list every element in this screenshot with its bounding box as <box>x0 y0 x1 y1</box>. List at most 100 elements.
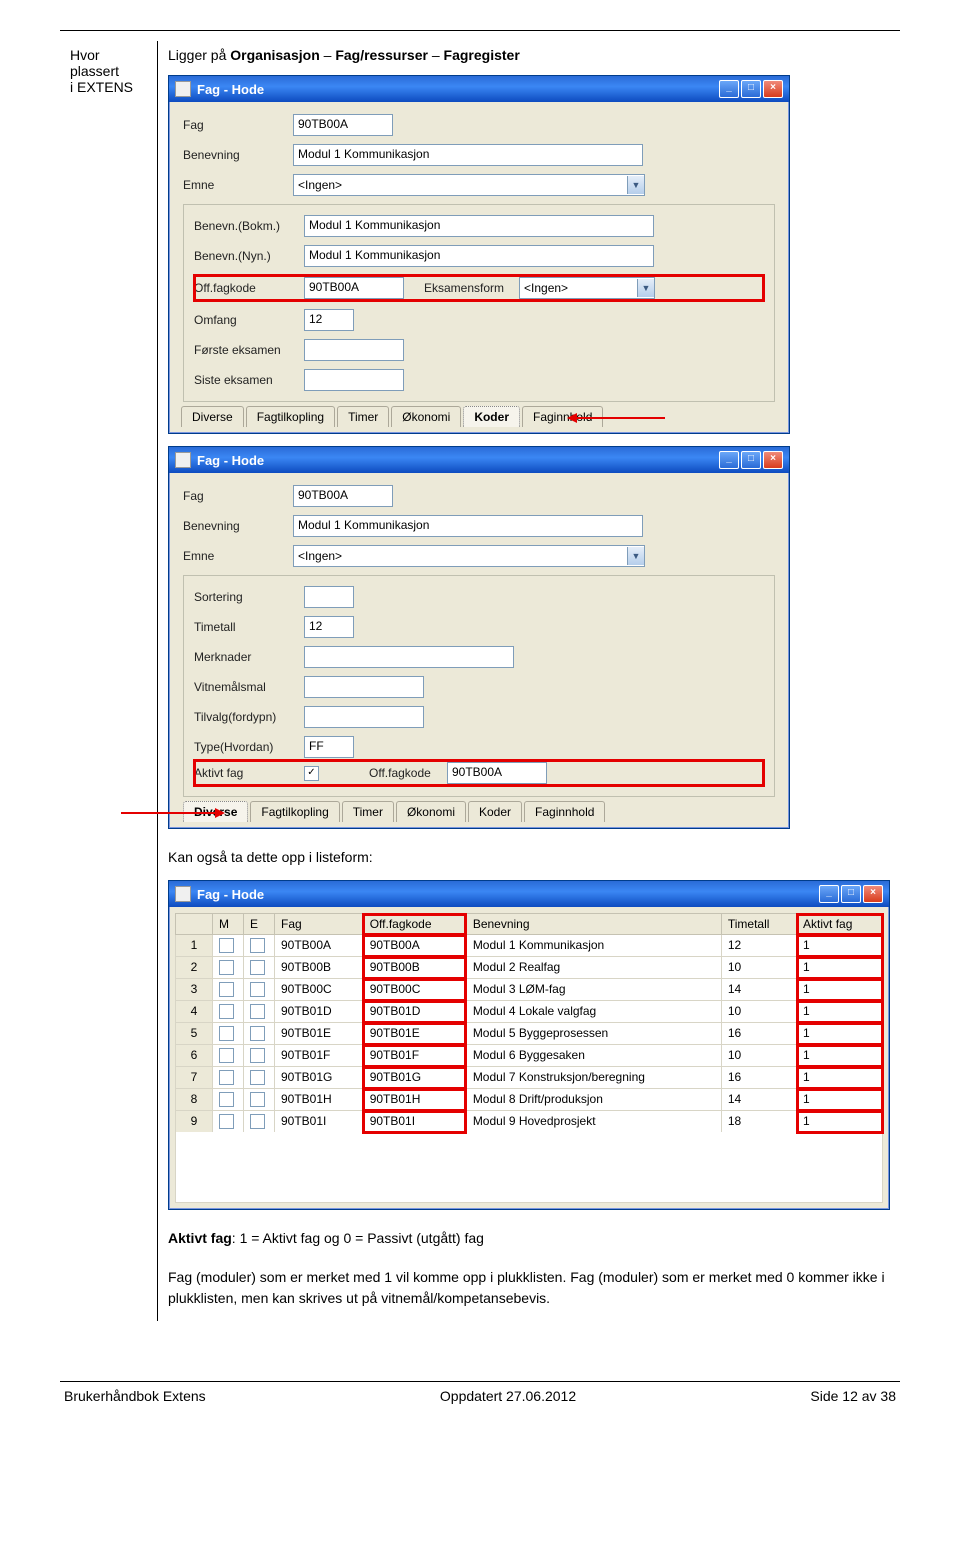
col-rownum[interactable] <box>176 914 213 935</box>
table-row[interactable]: 790TB01G90TB01GModul 7 Konstruksjon/bere… <box>176 1067 883 1089</box>
chevron-down-icon[interactable]: ▼ <box>627 547 644 565</box>
close-button[interactable]: × <box>763 451 783 469</box>
tab-diverse[interactable]: Diverse <box>181 406 244 427</box>
close-button[interactable]: × <box>763 80 783 98</box>
cell-benevning: Modul 5 Byggeprosessen <box>466 1023 721 1045</box>
cell-e[interactable] <box>244 1045 275 1067</box>
fag-input[interactable]: 90TB00A <box>293 114 393 136</box>
table-row[interactable]: 990TB01I90TB01IModul 9 Hovedprosjekt181 <box>176 1111 883 1133</box>
off-fagkode-input[interactable]: 90TB00A <box>304 277 404 299</box>
cell-e[interactable] <box>244 979 275 1001</box>
cell-m[interactable] <box>213 1023 244 1045</box>
cell-e[interactable] <box>244 1001 275 1023</box>
vitnemalsmal-input[interactable] <box>304 676 424 698</box>
cell-m[interactable] <box>213 1045 244 1067</box>
maximize-button[interactable]: □ <box>841 885 861 903</box>
titlebar[interactable]: Fag - Hode _ □ × <box>169 447 789 473</box>
nyn-input[interactable]: Modul 1 Kommunikasjon <box>304 245 654 267</box>
off-fagkode-input[interactable]: 90TB00A <box>447 762 547 784</box>
col-off-fagkode[interactable]: Off.fagkode <box>363 914 466 935</box>
cell-m[interactable] <box>213 979 244 1001</box>
table-row[interactable]: 290TB00B90TB00BModul 2 Realfag101 <box>176 957 883 979</box>
cell-m[interactable] <box>213 935 244 957</box>
aktivt-fag-explain: Aktivt fag: 1 = Aktivt fag og 0 = Passiv… <box>168 1228 890 1249</box>
col-m[interactable]: M <box>213 914 244 935</box>
chevron-down-icon[interactable]: ▼ <box>637 279 654 297</box>
cell-off-fagkode: 90TB00C <box>363 979 466 1001</box>
tab-okonomi[interactable]: Økonomi <box>391 406 461 427</box>
table-row[interactable]: 890TB01H90TB01HModul 8 Drift/produksjon1… <box>176 1089 883 1111</box>
footer-center: Oppdatert 27.06.2012 <box>440 1388 576 1404</box>
cell-m[interactable] <box>213 1001 244 1023</box>
path-fag: Fag/ressurser <box>335 47 428 63</box>
table-row[interactable]: 190TB00A90TB00AModul 1 Kommunikasjon121 <box>176 935 883 957</box>
eksamensform-select[interactable]: <Ingen> ▼ <box>519 277 655 299</box>
minimize-button[interactable]: _ <box>819 885 839 903</box>
siste-eksamen-input[interactable] <box>304 369 404 391</box>
sortering-input[interactable] <box>304 586 354 608</box>
col-timetall[interactable]: Timetall <box>721 914 796 935</box>
tilvalg-input[interactable] <box>304 706 424 728</box>
aktivt-fag-checkbox[interactable]: ✓ <box>304 766 319 781</box>
omfang-input[interactable]: 12 <box>304 309 354 331</box>
close-button[interactable]: × <box>863 885 883 903</box>
benevning-label: Benevning <box>183 148 293 162</box>
benevning-input[interactable]: Modul 1 Kommunikasjon <box>293 144 643 166</box>
tab-bar: Diverse Fagtilkopling Timer Økonomi Kode… <box>169 406 789 433</box>
forste-eksamen-input[interactable] <box>304 339 404 361</box>
cell-fag: 90TB00B <box>275 957 364 979</box>
table-row[interactable]: 590TB01E90TB01EModul 5 Byggeprosessen161 <box>176 1023 883 1045</box>
arrow-left-icon <box>567 413 577 423</box>
cell-timetall: 10 <box>721 957 796 979</box>
tab-koder[interactable]: Koder <box>468 801 522 822</box>
footer-left: Brukerhåndbok Extens <box>64 1388 206 1404</box>
cell-m[interactable] <box>213 957 244 979</box>
cell-e[interactable] <box>244 1067 275 1089</box>
table-row[interactable]: 390TB00C90TB00CModul 3 LØM-fag141 <box>176 979 883 1001</box>
window-title: Fag - Hode <box>197 453 264 468</box>
cell-e[interactable] <box>244 1111 275 1133</box>
tab-koder[interactable]: Koder <box>463 406 520 427</box>
cell-m[interactable] <box>213 1067 244 1089</box>
minimize-button[interactable]: _ <box>719 80 739 98</box>
tab-faginnhold[interactable]: Faginnhold <box>524 801 605 822</box>
tab-bar: Diverse Fagtilkopling Timer Økonomi Kode… <box>169 801 789 828</box>
titlebar[interactable]: Fag - Hode _ □ × <box>169 881 889 907</box>
tab-timer[interactable]: Timer <box>342 801 394 822</box>
table-row[interactable]: 690TB01F90TB01FModul 6 Byggesaken101 <box>176 1045 883 1067</box>
emne-select[interactable]: <Ingen> ▼ <box>293 174 645 196</box>
emne-value: <Ingen> <box>298 178 342 192</box>
tab-okonomi[interactable]: Økonomi <box>396 801 466 822</box>
cell-m[interactable] <box>213 1111 244 1133</box>
maximize-button[interactable]: □ <box>741 451 761 469</box>
cell-e[interactable] <box>244 957 275 979</box>
tab-fagtilkopling[interactable]: Fagtilkopling <box>246 406 335 427</box>
layout-table: Hvor plassert i EXTENS Ligger på Organis… <box>60 41 900 1321</box>
cell-e[interactable] <box>244 935 275 957</box>
path-org: Organisasjon <box>230 47 319 63</box>
col-e[interactable]: E <box>244 914 275 935</box>
cell-e[interactable] <box>244 1023 275 1045</box>
merknader-input[interactable] <box>304 646 514 668</box>
tab-fagtilkopling[interactable]: Fagtilkopling <box>250 801 339 822</box>
timetall-input[interactable]: 12 <box>304 616 354 638</box>
row-number: 5 <box>176 1023 213 1045</box>
table-row[interactable]: 490TB01D90TB01DModul 4 Lokale valgfag101 <box>176 1001 883 1023</box>
arrow-right-icon <box>215 808 225 818</box>
titlebar[interactable]: Fag - Hode _ □ × <box>169 76 789 102</box>
chevron-down-icon[interactable]: ▼ <box>627 176 644 194</box>
maximize-button[interactable]: □ <box>741 80 761 98</box>
col-fag[interactable]: Fag <box>275 914 364 935</box>
tab-timer[interactable]: Timer <box>337 406 389 427</box>
col-aktivt-fag[interactable]: Aktivt fag <box>797 914 883 935</box>
fag-input[interactable]: 90TB00A <box>293 485 393 507</box>
cell-e[interactable] <box>244 1089 275 1111</box>
col-benevning[interactable]: Benevning <box>466 914 721 935</box>
group-box: Sortering Timetall 12 Merknader <box>183 575 775 797</box>
minimize-button[interactable]: _ <box>719 451 739 469</box>
type-input[interactable]: FF <box>304 736 354 758</box>
bokm-input[interactable]: Modul 1 Kommunikasjon <box>304 215 654 237</box>
cell-m[interactable] <box>213 1089 244 1111</box>
emne-select[interactable]: <Ingen> ▼ <box>293 545 645 567</box>
benevning-input[interactable]: Modul 1 Kommunikasjon <box>293 515 643 537</box>
